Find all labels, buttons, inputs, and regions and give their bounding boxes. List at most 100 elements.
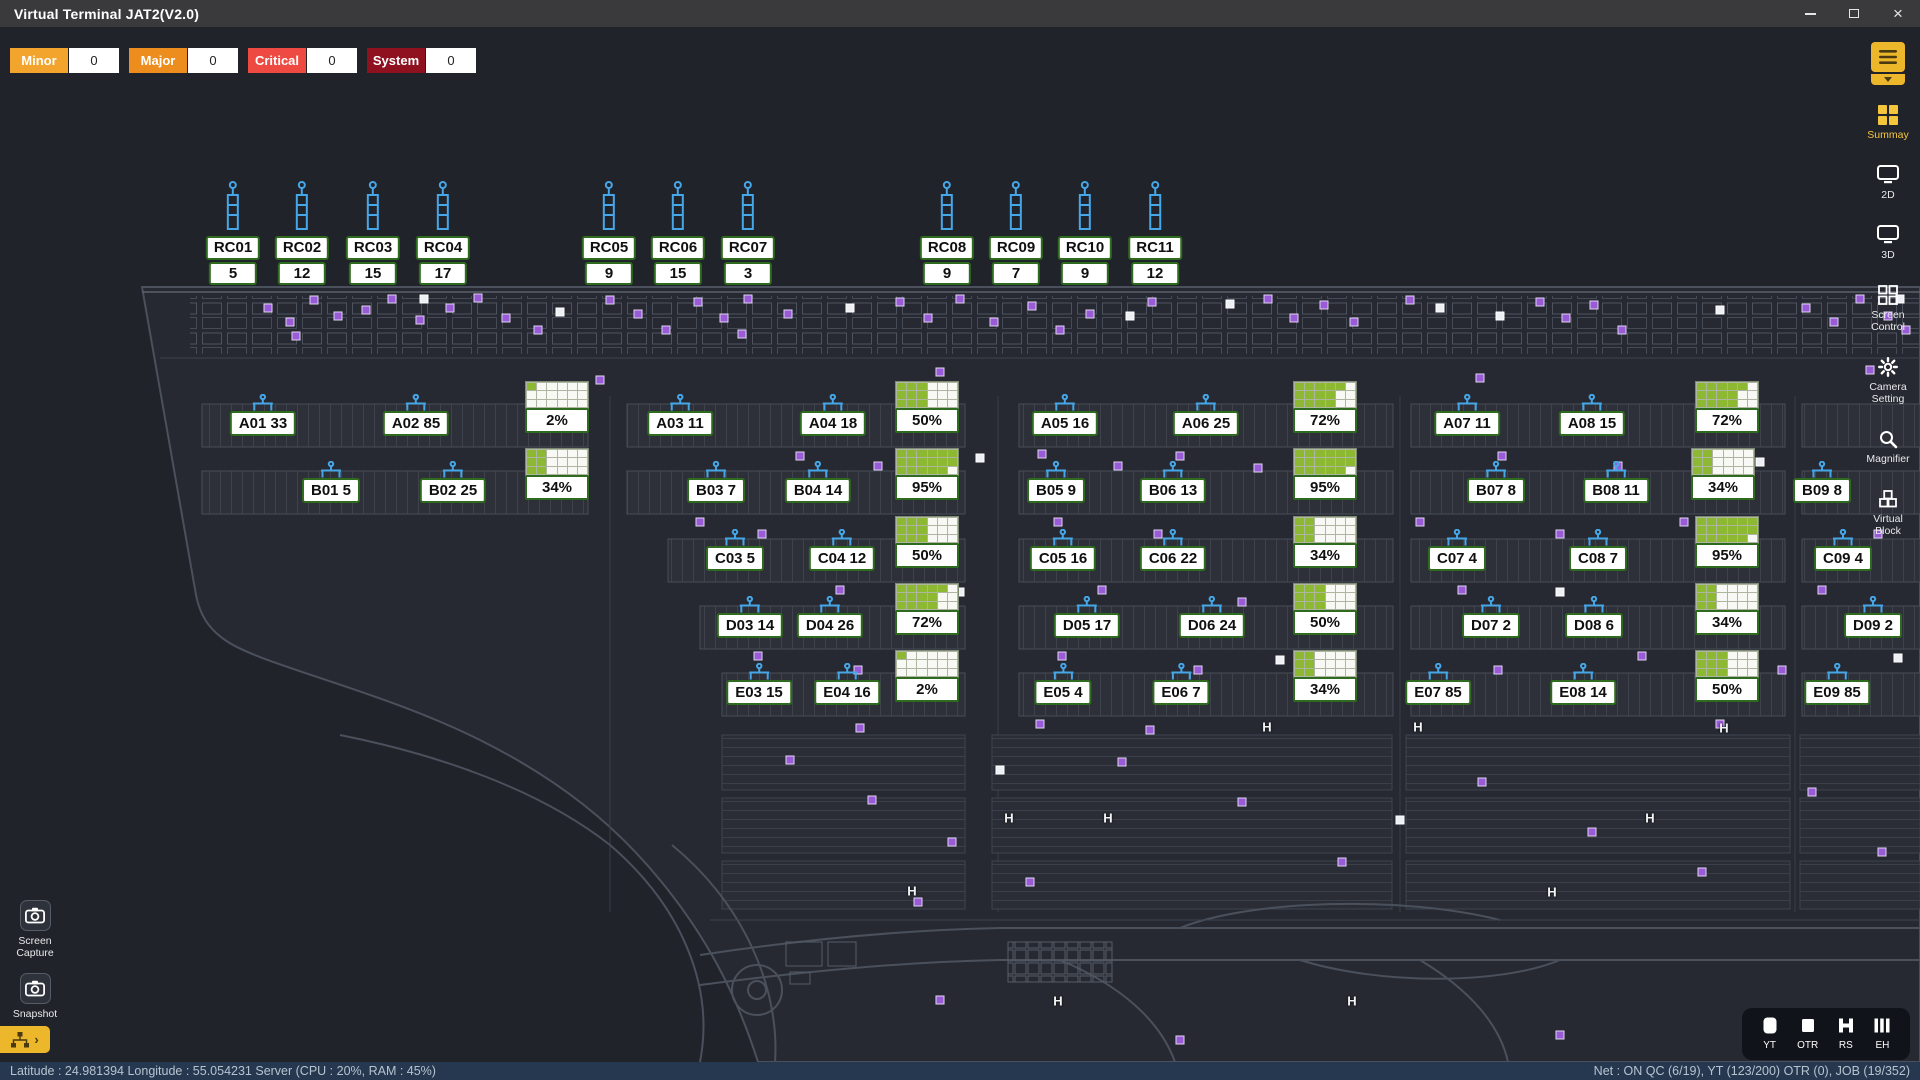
yard-block-B03[interactable]: B03 7 xyxy=(687,461,745,503)
toolbar-item-screen-control[interactable]: Screen Control xyxy=(1859,285,1917,333)
filter-yt-button[interactable]: YT xyxy=(1761,1017,1779,1051)
occupancy-tile[interactable]: 34% xyxy=(1293,650,1357,702)
container-marker[interactable] xyxy=(606,296,615,305)
filter-rs-button[interactable]: RS xyxy=(1837,1017,1855,1051)
container-marker[interactable] xyxy=(1026,878,1035,887)
toolbar-item-magnifier[interactable]: Magnifier xyxy=(1859,429,1917,465)
container-marker[interactable] xyxy=(1098,586,1107,595)
container-marker[interactable] xyxy=(1498,452,1507,461)
vehicle-marker[interactable] xyxy=(976,454,985,463)
container-marker[interactable] xyxy=(1808,788,1817,797)
snapshot-button[interactable]: Snapshot xyxy=(4,973,66,1020)
container-marker[interactable] xyxy=(936,996,945,1005)
container-marker[interactable] xyxy=(1038,450,1047,459)
vehicle-marker[interactable] xyxy=(1716,306,1725,315)
yard-block-A05[interactable]: A05 16 xyxy=(1032,394,1098,436)
container-marker[interactable] xyxy=(1802,304,1811,313)
container-marker[interactable] xyxy=(1056,326,1065,335)
quay-crane-RC04[interactable]: RC0417 xyxy=(416,181,470,285)
container-marker[interactable] xyxy=(388,295,397,304)
yard-block-E04[interactable]: E04 16 xyxy=(814,663,880,705)
container-marker[interactable] xyxy=(1254,464,1263,473)
quay-crane-RC05[interactable]: RC059 xyxy=(582,181,636,285)
yard-block-C05[interactable]: C05 16 xyxy=(1030,529,1096,571)
yard-block-B09[interactable]: B09 8 xyxy=(1793,461,1851,503)
container-marker[interactable] xyxy=(334,312,343,321)
container-marker[interactable] xyxy=(784,310,793,319)
yard-block-E03[interactable]: E03 15 xyxy=(726,663,792,705)
yard-block-E08[interactable]: E08 14 xyxy=(1550,663,1616,705)
hatch-marker[interactable]: H xyxy=(1719,721,1728,736)
container-marker[interactable] xyxy=(596,376,605,385)
yard-block-C08[interactable]: C08 7 xyxy=(1569,529,1627,571)
occupancy-tile[interactable]: 50% xyxy=(1695,650,1759,702)
yard-block-A03[interactable]: A03 11 xyxy=(647,394,713,436)
container-marker[interactable] xyxy=(1238,798,1247,807)
occupancy-tile[interactable]: 2% xyxy=(895,650,959,702)
yard-block-B01[interactable]: B01 5 xyxy=(302,461,360,503)
vehicle-marker[interactable] xyxy=(1496,312,1505,321)
yard-block-C03[interactable]: C03 5 xyxy=(706,529,764,571)
quay-crane-RC11[interactable]: RC1112 xyxy=(1128,181,1182,285)
container-marker[interactable] xyxy=(310,296,319,305)
container-marker[interactable] xyxy=(362,306,371,315)
container-marker[interactable] xyxy=(1086,310,1095,319)
container-marker[interactable] xyxy=(1556,1031,1565,1040)
vehicle-marker[interactable] xyxy=(1276,656,1285,665)
close-button[interactable]: × xyxy=(1876,0,1920,27)
container-marker[interactable] xyxy=(446,304,455,313)
vehicle-marker[interactable] xyxy=(996,766,1005,775)
container-marker[interactable] xyxy=(1556,530,1565,539)
occupancy-tile[interactable]: 95% xyxy=(1695,516,1759,568)
container-marker[interactable] xyxy=(738,330,747,339)
container-marker[interactable] xyxy=(1290,314,1299,323)
occupancy-tile[interactable]: 34% xyxy=(525,448,589,500)
quay-crane-RC03[interactable]: RC0315 xyxy=(346,181,400,285)
yard-block-E07[interactable]: E07 85 xyxy=(1405,663,1471,705)
container-marker[interactable] xyxy=(1176,1036,1185,1045)
occupancy-tile[interactable]: 72% xyxy=(1695,381,1759,433)
toolbar-item-camera-setting[interactable]: Camera Setting xyxy=(1859,357,1917,405)
container-marker[interactable] xyxy=(1416,518,1425,527)
container-marker[interactable] xyxy=(1590,301,1599,310)
occupancy-tile[interactable]: 50% xyxy=(1293,583,1357,635)
yard-block-A01[interactable]: A01 33 xyxy=(230,394,296,436)
container-marker[interactable] xyxy=(292,332,301,341)
quay-crane-RC06[interactable]: RC0615 xyxy=(651,181,705,285)
yard-block-B05[interactable]: B05 9 xyxy=(1027,461,1085,503)
yard-block-D05[interactable]: D05 17 xyxy=(1054,596,1120,638)
vehicle-marker[interactable] xyxy=(1226,300,1235,309)
yard-block-B08[interactable]: B08 11 xyxy=(1583,461,1649,503)
hatch-marker[interactable]: H xyxy=(1004,811,1013,826)
quay-crane-RC08[interactable]: RC089 xyxy=(920,181,974,285)
vehicle-marker[interactable] xyxy=(1894,654,1903,663)
toolbar-item-virtual-block[interactable]: Virtual Block xyxy=(1859,489,1917,537)
hatch-marker[interactable]: H xyxy=(1103,811,1112,826)
container-marker[interactable] xyxy=(1264,295,1273,304)
container-marker[interactable] xyxy=(1478,778,1487,787)
hatch-marker[interactable]: H xyxy=(1053,994,1062,1009)
yard-block-E05[interactable]: E05 4 xyxy=(1034,663,1091,705)
yard-block-C07[interactable]: C07 4 xyxy=(1428,529,1486,571)
container-marker[interactable] xyxy=(1830,318,1839,327)
yard-block-A07[interactable]: A07 11 xyxy=(1434,394,1500,436)
container-marker[interactable] xyxy=(914,898,923,907)
yard-block-D03[interactable]: D03 14 xyxy=(717,596,783,638)
vehicle-marker[interactable] xyxy=(846,304,855,313)
occupancy-tile[interactable]: 2% xyxy=(525,381,589,433)
filter-eh-button[interactable]: EH xyxy=(1873,1017,1891,1051)
container-marker[interactable] xyxy=(874,462,883,471)
yard-block-D08[interactable]: D08 6 xyxy=(1565,596,1623,638)
hatch-marker[interactable]: H xyxy=(1645,811,1654,826)
tree-panel-toggle[interactable]: › xyxy=(0,1026,50,1053)
container-marker[interactable] xyxy=(1680,518,1689,527)
container-marker[interactable] xyxy=(1176,452,1185,461)
container-marker[interactable] xyxy=(474,294,483,303)
container-marker[interactable] xyxy=(1536,298,1545,307)
vehicle-marker[interactable] xyxy=(1436,304,1445,313)
container-marker[interactable] xyxy=(696,518,705,527)
menu-collapse-handle[interactable] xyxy=(1871,74,1905,85)
container-marker[interactable] xyxy=(1028,302,1037,311)
container-marker[interactable] xyxy=(856,724,865,733)
container-marker[interactable] xyxy=(1588,828,1597,837)
